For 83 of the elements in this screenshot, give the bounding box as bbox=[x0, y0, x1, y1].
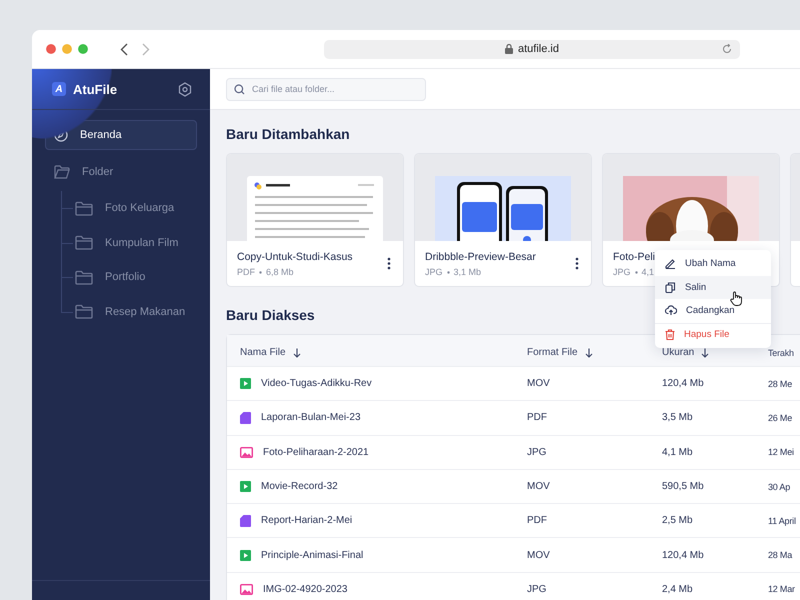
sort-arrow-icon[interactable] bbox=[292, 348, 301, 358]
table-cell-text: 12 Mar bbox=[768, 584, 796, 594]
menu-item[interactable]: Salin bbox=[655, 276, 771, 299]
file-card[interactable]: Copy-Untuk-Studi-Kasus PDF 6,8 Mb bbox=[226, 153, 404, 287]
file-size: 3,1 Mb bbox=[454, 266, 482, 276]
reload-icon[interactable] bbox=[722, 44, 732, 54]
lock-icon bbox=[505, 44, 513, 54]
logo-icon: A bbox=[52, 82, 66, 96]
folder-icon bbox=[75, 235, 93, 250]
pencil-icon bbox=[665, 258, 676, 270]
menu-item[interactable]: Hapus File bbox=[655, 322, 771, 346]
table-cell-text: 120,4 Mb bbox=[662, 378, 705, 390]
more-icon[interactable] bbox=[575, 257, 579, 270]
table-cell-text: 590,5 Mb bbox=[662, 481, 705, 492]
menu-item[interactable]: Cadangkan bbox=[655, 299, 771, 322]
file-name[interactable]: Foto-Peliharaan-2-2021 bbox=[263, 446, 369, 458]
table-cell-text: 12 Mei bbox=[768, 447, 795, 458]
table-cell-text: PDF bbox=[527, 515, 548, 526]
file-format: JPG bbox=[425, 266, 443, 276]
table-cell-text: JPG bbox=[527, 584, 548, 595]
sidebar-item[interactable]: Folder bbox=[45, 157, 197, 187]
image-file-icon bbox=[240, 446, 253, 458]
table-cell-text: MOV bbox=[527, 378, 551, 390]
back-icon[interactable] bbox=[120, 42, 128, 56]
section-title: Baru Ditambahkan bbox=[226, 126, 350, 142]
table-cell-text: MOV bbox=[527, 481, 551, 492]
table-cell-text: 2,4 Mb bbox=[662, 584, 694, 595]
video-file-icon bbox=[240, 481, 251, 492]
copy-icon bbox=[665, 282, 676, 293]
more-icon[interactable] bbox=[387, 257, 391, 270]
column-header[interactable]: Nama File bbox=[240, 347, 527, 358]
table-cell-text: 28 Ma bbox=[768, 550, 794, 560]
close-window-icon[interactable] bbox=[46, 44, 56, 54]
video-file-icon bbox=[240, 378, 251, 390]
file-name[interactable]: Video-Tugas-Adikku-Rev bbox=[261, 378, 372, 390]
column-header[interactable]: Ukuran bbox=[662, 347, 768, 358]
file-name: Foto-Peli bbox=[613, 250, 656, 262]
table-cell-text: PDF bbox=[527, 412, 548, 424]
table-cell-text: 2,5 Mb bbox=[662, 515, 694, 526]
file-name: Dribbble-Preview-Besar bbox=[425, 250, 537, 262]
file-format: JPG bbox=[613, 266, 631, 276]
table-cell-text: 26 Me bbox=[768, 412, 794, 423]
image-file-icon bbox=[240, 584, 253, 595]
file-name[interactable]: IMG-02-4920-2023 bbox=[263, 584, 348, 595]
cloud-upload-icon bbox=[665, 305, 677, 316]
folder-icon bbox=[75, 304, 93, 320]
sidebar-item[interactable]: Beranda bbox=[45, 120, 197, 150]
search-icon bbox=[234, 84, 245, 94]
file-name[interactable]: Laporan-Bulan-Mei-23 bbox=[261, 412, 361, 424]
search-field[interactable]: Cari file atau folder... bbox=[226, 78, 426, 100]
settings-icon[interactable] bbox=[178, 82, 192, 96]
sort-arrow-icon[interactable] bbox=[584, 348, 593, 358]
table-cell-text: 4,1 Mb bbox=[662, 446, 694, 458]
file-size: 6,8 Mb bbox=[266, 266, 294, 276]
hand-cursor-icon bbox=[730, 291, 742, 306]
file-name: Copy-Untuk-Studi-Kasus bbox=[237, 250, 354, 262]
column-header[interactable]: Format File bbox=[527, 347, 662, 358]
document-file-icon bbox=[240, 514, 251, 527]
table-cell-text: 11 April bbox=[768, 516, 797, 526]
table-cell-text: 30 Ap bbox=[768, 482, 792, 492]
table-cell-text: 3,5 Mb bbox=[662, 412, 694, 424]
menu-item[interactable]: Ubah Nama bbox=[655, 252, 771, 276]
file-name[interactable]: Report-Harian-2-Mei bbox=[261, 515, 352, 526]
trash-icon bbox=[665, 329, 675, 340]
folder-icon bbox=[54, 165, 70, 179]
address-bar[interactable]: atufile.id bbox=[324, 40, 740, 58]
column-header[interactable]: Terakh bbox=[768, 348, 800, 358]
document-file-icon bbox=[240, 412, 251, 424]
folder-icon bbox=[75, 270, 93, 285]
app-name: AtuFile bbox=[73, 82, 118, 96]
table-cell-text: 28 Me bbox=[768, 378, 794, 389]
table-cell-text: JPG bbox=[527, 446, 548, 458]
section-title: Baru Diakses bbox=[226, 307, 315, 323]
file-card[interactable]: Dribbble-Preview-Besar JPG 3,1 Mb bbox=[414, 153, 592, 287]
folder-icon bbox=[75, 200, 93, 216]
table-cell-text: 120,4 Mb bbox=[662, 550, 705, 561]
table-cell-text: MOV bbox=[527, 550, 551, 561]
file-name[interactable]: Movie-Record-32 bbox=[261, 481, 338, 492]
sort-arrow-icon[interactable] bbox=[701, 348, 710, 358]
video-file-icon bbox=[240, 550, 251, 561]
file-format: PDF bbox=[237, 266, 255, 276]
file-name[interactable]: Principle-Animasi-Final bbox=[261, 550, 364, 561]
file-size: 4,1 bbox=[642, 266, 654, 276]
